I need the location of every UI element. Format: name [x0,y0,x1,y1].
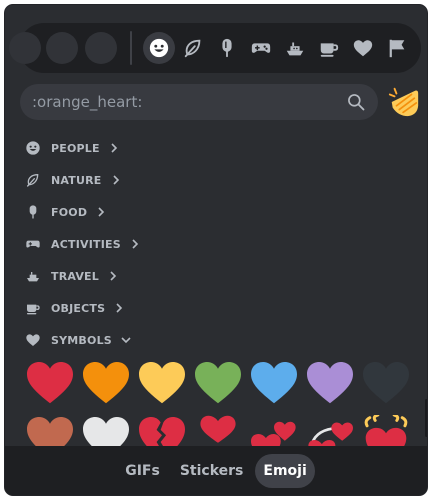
chevron-right-icon [116,303,123,313]
purple-heart-emoji[interactable] [305,360,355,406]
chevron-down-icon [121,337,131,344]
coffee-icon [320,43,339,57]
emoji-search-box [20,84,378,120]
red-heart-emoji[interactable] [25,360,75,406]
coffee-icon [27,304,40,315]
section-label: SYMBOLS [51,333,112,347]
blue-heart-emoji[interactable] [249,360,299,406]
section-travel[interactable]: TRAVEL [25,264,119,288]
section-symbols[interactable]: SYMBOLS [25,328,132,352]
section-label: FOOD [51,205,88,219]
leaf-icon [27,173,39,187]
section-label: NATURE [51,173,102,187]
flag-icon [389,39,405,58]
picker-tab-bar: GIFs Stickers Emoji [5,446,427,495]
emoji-picker: PEOPLE NATURE FOOD ACTIVITIES TRAVEL [4,4,428,496]
category-travel-button[interactable] [279,32,311,64]
chevron-right-icon [112,175,119,185]
section-objects[interactable]: OBJECTS [25,296,125,320]
category-nature-button[interactable] [177,32,209,64]
gamepad-icon [26,240,40,248]
category-symbols-button[interactable] [347,32,379,64]
boat-icon [286,42,304,56]
chevron-right-icon [98,207,105,217]
popsicle-icon [29,205,37,219]
section-label: OBJECTS [51,301,106,315]
scrollbar-thumb[interactable] [425,399,427,437]
section-activities[interactable]: ACTIVITIES [25,232,141,256]
section-food[interactable]: FOOD [25,200,107,224]
category-objects-button[interactable] [313,32,345,64]
category-food-button[interactable] [211,32,243,64]
section-label: ACTIVITIES [51,237,121,251]
boat-icon [27,272,39,282]
server-emoji-category[interactable] [85,32,117,64]
chevron-right-icon [111,143,117,153]
category-activities-button[interactable] [245,32,277,64]
popsicle-icon [222,38,232,58]
category-bar [9,23,421,73]
green-heart-emoji[interactable] [193,360,243,406]
chevron-right-icon [132,239,138,249]
smiley-icon [149,38,169,58]
yellow-heart-emoji[interactable] [137,360,187,406]
section-nature[interactable]: NATURE [25,168,122,192]
leaf-icon [184,39,201,58]
emoji-search-input[interactable] [20,84,340,120]
section-people[interactable]: PEOPLE [25,136,120,160]
orange-heart-emoji[interactable] [81,360,131,406]
category-divider [130,31,132,65]
server-emoji-category[interactable] [46,32,78,64]
server-emoji-category[interactable] [9,32,41,64]
search-icon [348,94,365,111]
category-people-button[interactable] [143,32,175,64]
smiley-icon [26,141,40,155]
section-label: TRAVEL [51,269,99,283]
section-label: PEOPLE [51,141,100,155]
heart-icon [26,334,40,346]
tab-gifs[interactable]: GIFs [117,454,168,488]
category-flags-button[interactable] [381,32,413,64]
tab-stickers[interactable]: Stickers [172,454,252,488]
gamepad-icon [251,43,271,53]
black-heart-emoji[interactable] [361,360,411,406]
heart-icon [353,40,373,57]
tab-emoji[interactable]: Emoji [255,453,315,488]
chevron-right-icon [110,271,117,281]
clapping-hands-icon[interactable] [387,85,421,119]
